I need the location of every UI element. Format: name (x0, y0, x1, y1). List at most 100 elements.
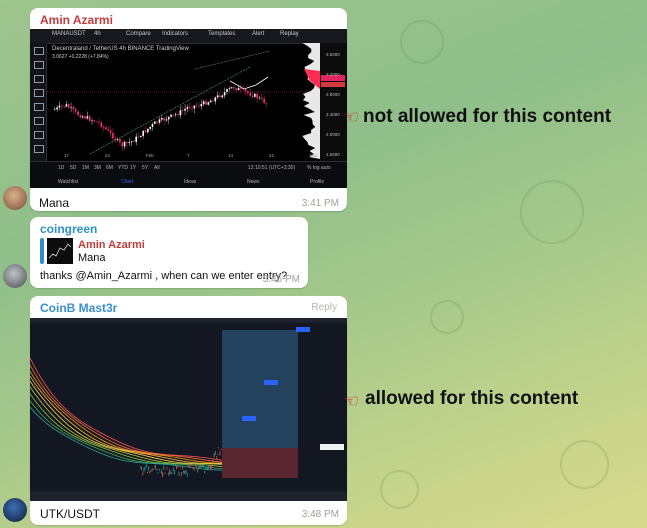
candle-body (199, 463, 201, 469)
x-tick-label: 21 (269, 153, 275, 158)
message-caption: Mana (39, 196, 70, 210)
candle-body (86, 116, 89, 119)
candle-body (168, 472, 169, 476)
candle-body (158, 468, 160, 471)
timeframe-button[interactable]: 5Y (142, 165, 148, 171)
candle-body (107, 129, 110, 131)
candle-body (102, 126, 105, 128)
candle-body (98, 121, 100, 123)
candle-body (119, 139, 121, 143)
chart-image-utk[interactable] (30, 318, 347, 501)
avatar-coingreen[interactable] (3, 264, 27, 288)
app-tab[interactable]: News (247, 179, 260, 185)
candle-body (216, 95, 219, 98)
chart-image-mana[interactable]: MANAUSDT 4h Compare Indicators Templates… (30, 29, 347, 188)
candle-body (212, 459, 214, 464)
candle-body (265, 103, 268, 104)
candle-body (158, 119, 161, 123)
reply-button[interactable]: Reply (311, 302, 337, 313)
app-tab[interactable]: Ideas (184, 179, 196, 185)
candle-body (137, 136, 140, 138)
y-tick-label: 2.0000 (326, 132, 340, 137)
chart-bottom-bar: 1D 5D 1M 3M 6M YTD 1Y 5Y All 12:10:51 (UTC+3:30)… (30, 161, 347, 188)
candle-body (84, 116, 86, 119)
candle-body (214, 97, 217, 102)
background-doodle (520, 180, 584, 244)
candle-body (156, 121, 158, 123)
timeframe-button[interactable]: 6M (106, 165, 113, 171)
candle-body (233, 87, 235, 89)
candle-body (121, 142, 124, 147)
candle-body (177, 466, 179, 468)
timeframe-button[interactable]: YTD (118, 165, 128, 171)
timeframe-button[interactable]: 3M (94, 165, 101, 171)
ma-ribbon-line (30, 364, 223, 463)
timeframe-button[interactable]: 5D (70, 165, 76, 171)
candle-body (74, 109, 77, 112)
candle-body (143, 467, 145, 473)
candle-body (130, 141, 133, 143)
candle-body (226, 89, 228, 93)
candle-body (202, 101, 205, 105)
y-tick-label: 1.6000 (326, 152, 340, 157)
avatar-coinb[interactable] (3, 498, 27, 522)
candle-body (204, 471, 206, 474)
candle-body (198, 105, 200, 107)
app-tab[interactable]: Profile (310, 179, 324, 185)
candle-body (105, 127, 107, 130)
candle-body (159, 463, 161, 465)
candle-body (114, 138, 117, 140)
candle-body (198, 466, 200, 470)
candle-body (249, 92, 251, 96)
candle-body (155, 464, 157, 470)
x-tick-label: Feb (146, 153, 154, 158)
chart-clock: 12:10:51 (UTC+3:30) (248, 165, 296, 171)
sender-name[interactable]: coingreen (40, 222, 97, 236)
candle-body (209, 100, 212, 103)
candle-body (219, 450, 221, 456)
trend-line-lower (89, 66, 251, 155)
candle-body (209, 466, 210, 468)
candle-body (192, 467, 194, 470)
y-tick-label: 3.6000 (326, 52, 340, 57)
candle-body (237, 87, 240, 91)
candle-body (54, 109, 56, 111)
timeframe-button[interactable]: 1D (58, 165, 64, 171)
candle-body (163, 118, 165, 121)
sender-name[interactable]: CoinB Mast3r (40, 301, 117, 315)
candle-body (93, 120, 96, 122)
candle-body (65, 104, 68, 107)
candle-body (213, 453, 215, 458)
app-tab[interactable]: Chart (121, 179, 133, 185)
volume-profile-red (304, 69, 320, 89)
candle-body (140, 466, 141, 469)
candle-body (162, 472, 164, 478)
candle-body (145, 463, 147, 468)
candle-body (205, 101, 207, 105)
candle-body (258, 97, 261, 99)
quote-bar (40, 238, 44, 264)
candle-body (210, 465, 211, 470)
candle-body (200, 104, 203, 107)
timeframe-button[interactable]: 1M (82, 165, 89, 171)
timeframe-button[interactable]: All (154, 165, 160, 171)
candle-body (261, 97, 263, 99)
candle-body (184, 108, 186, 111)
candle-body (167, 116, 170, 120)
candle-body (100, 122, 103, 127)
candle-body (205, 466, 207, 471)
long-position-target-zone (222, 330, 298, 448)
candle-body (149, 471, 151, 474)
avatar-amin[interactable] (3, 186, 27, 210)
y-tick-label: 3.2000 (326, 72, 340, 77)
timeframe-button[interactable]: 1Y (130, 165, 136, 171)
candle-body (171, 472, 173, 474)
app-tab[interactable]: Watchlist (58, 179, 78, 185)
candle-body (263, 98, 265, 104)
candle-body (154, 121, 156, 124)
candle-body (174, 114, 177, 115)
candle-body (193, 469, 195, 471)
message-bubble-coingreen[interactable]: coingreen Amin Azarmi Mana thanks @Amin_… (30, 217, 308, 288)
candle-body (186, 107, 189, 109)
sender-name[interactable]: Amin Azarmi (40, 13, 113, 27)
